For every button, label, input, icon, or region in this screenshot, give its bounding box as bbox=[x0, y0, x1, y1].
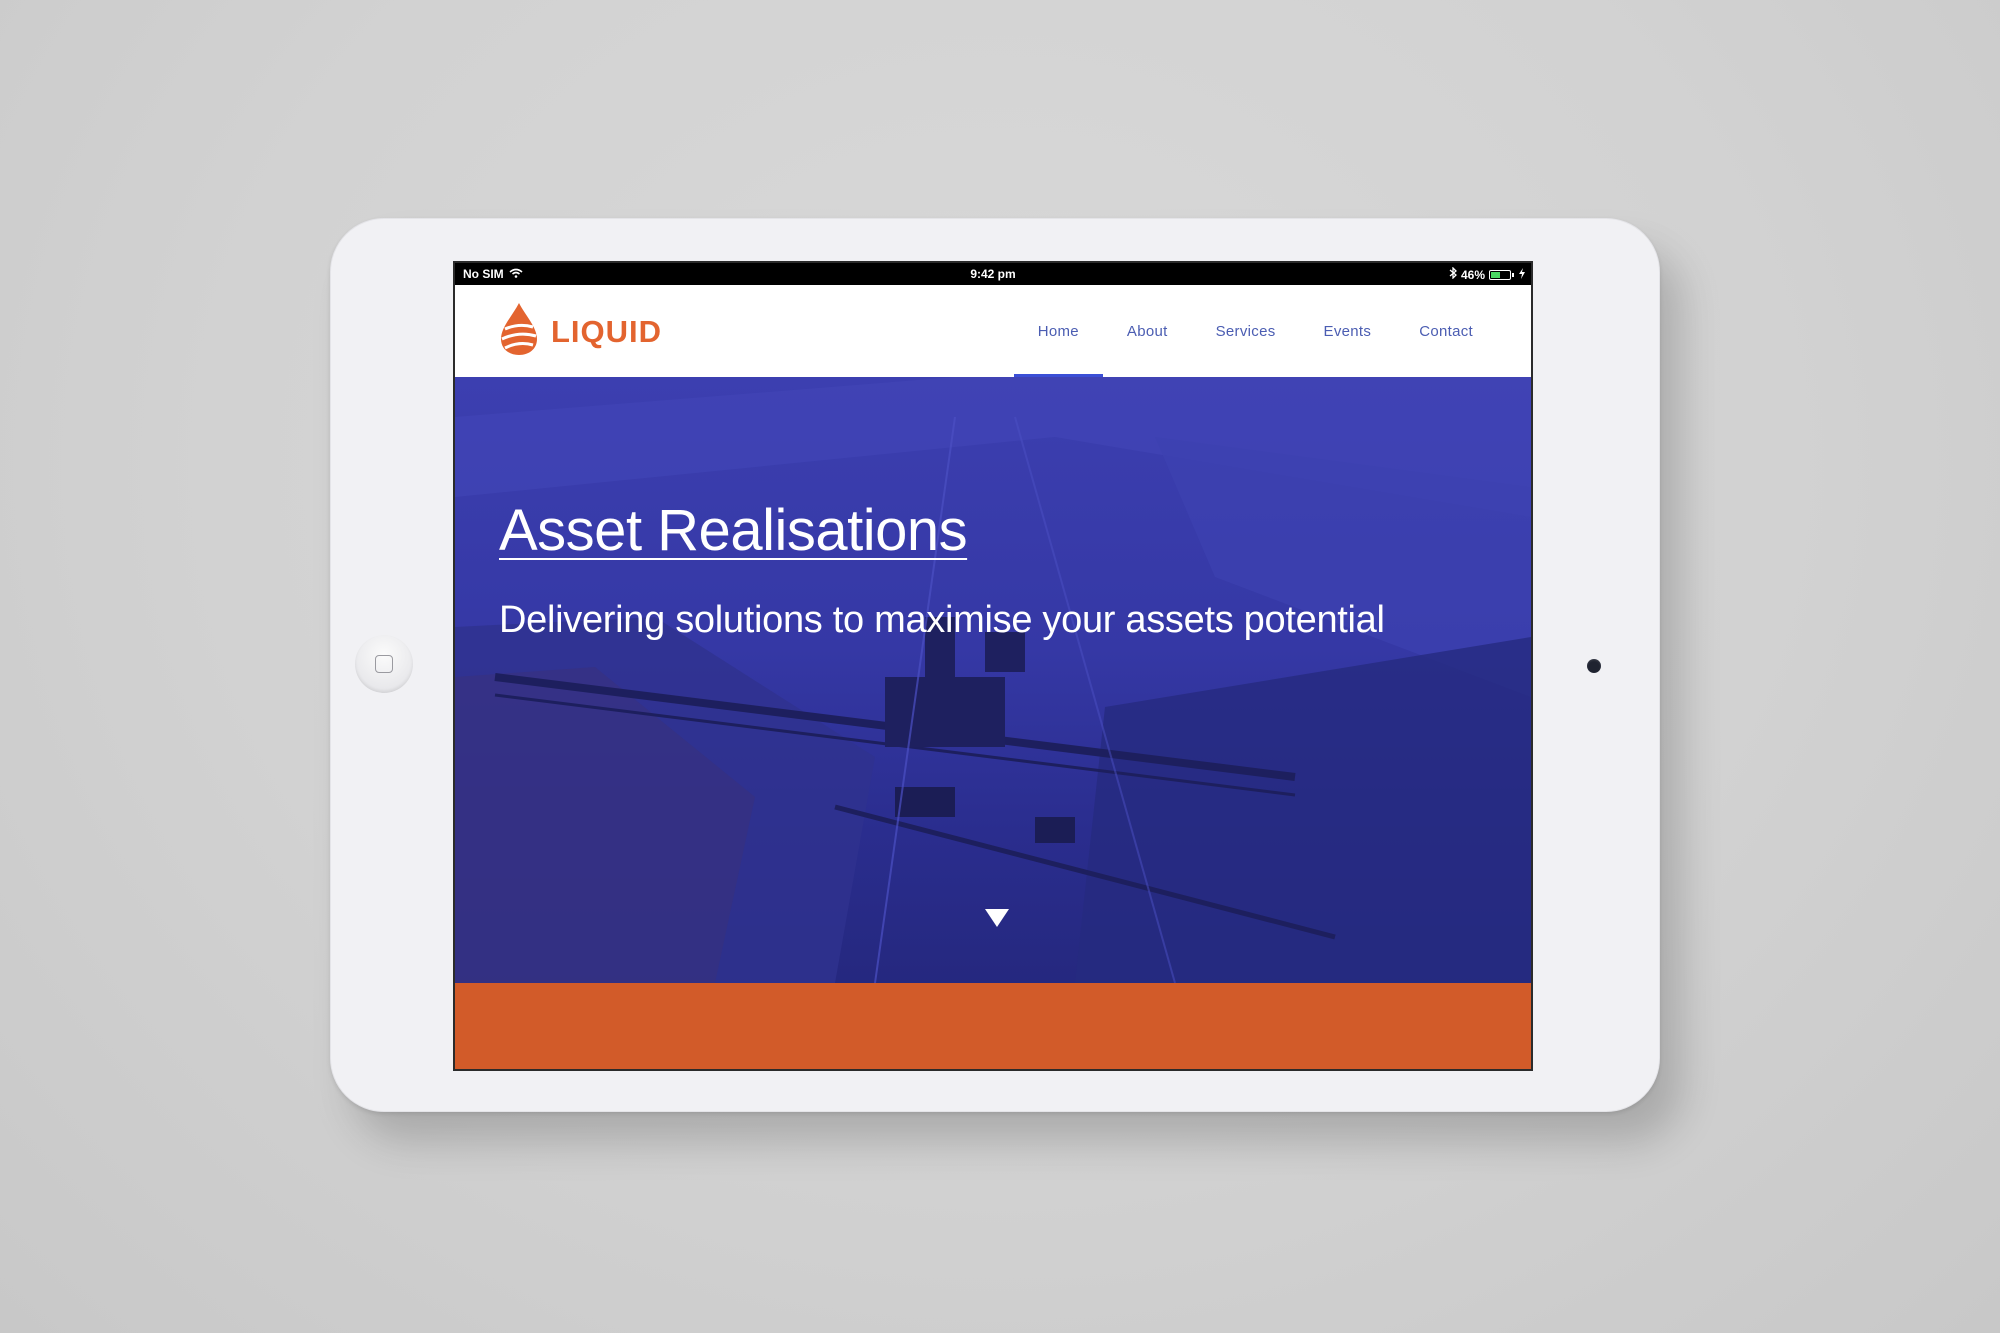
status-bar: No SIM 9:42 pm 46% bbox=[455, 263, 1531, 285]
scroll-down-arrow-icon[interactable] bbox=[985, 909, 1009, 927]
screen: No SIM 9:42 pm 46% LIQUID Home About Ser… bbox=[453, 261, 1533, 1071]
nav-events[interactable]: Events bbox=[1300, 285, 1396, 377]
charging-icon bbox=[1519, 267, 1525, 282]
logo-wordmark: LIQUID bbox=[551, 313, 663, 349]
logo-flame-icon bbox=[499, 301, 539, 362]
nav-about[interactable]: About bbox=[1103, 285, 1192, 377]
hero-title[interactable]: Asset Realisations bbox=[499, 497, 968, 564]
nav-home[interactable]: Home bbox=[1013, 285, 1104, 377]
battery-icon bbox=[1489, 269, 1514, 280]
bluetooth-icon bbox=[1449, 266, 1457, 282]
nav-services[interactable]: Services bbox=[1192, 285, 1300, 377]
hero-section: Asset Realisations Delivering solutions … bbox=[455, 377, 1531, 983]
ipad-frame: No SIM 9:42 pm 46% LIQUID Home About Ser… bbox=[330, 218, 1660, 1112]
home-button[interactable] bbox=[355, 635, 413, 693]
clock: 9:42 pm bbox=[970, 267, 1016, 281]
hero-subtitle: Delivering solutions to maximise your as… bbox=[499, 599, 1385, 641]
hero-background-image bbox=[455, 377, 1531, 983]
orange-section bbox=[455, 983, 1531, 1069]
main-nav: Home About Services Events Contact bbox=[1013, 285, 1497, 377]
site-header: LIQUID Home About Services Events Contac… bbox=[455, 285, 1531, 377]
camera bbox=[1587, 659, 1601, 673]
nav-contact[interactable]: Contact bbox=[1395, 285, 1497, 377]
battery-percent: 46% bbox=[1460, 267, 1485, 282]
home-button-icon bbox=[375, 655, 393, 673]
site-logo[interactable]: LIQUID bbox=[499, 301, 662, 362]
